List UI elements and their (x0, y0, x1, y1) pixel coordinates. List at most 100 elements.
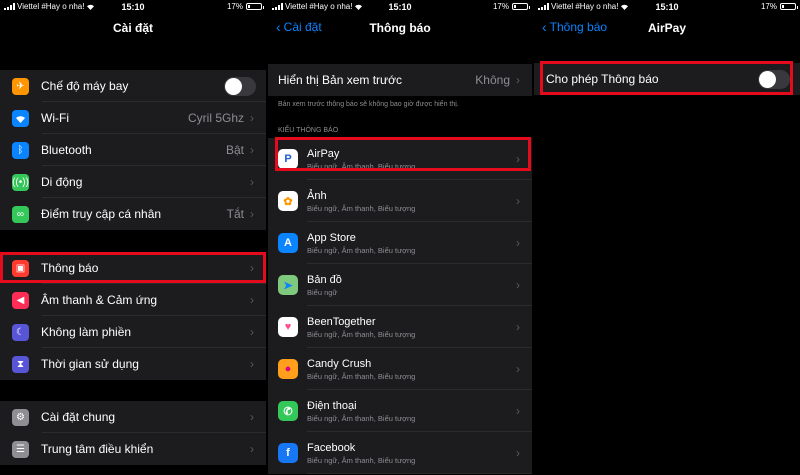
highlight-box (540, 61, 793, 95)
app-subtitle: Biểu ngữ, Âm thanh, Biểu tượng (307, 455, 416, 465)
battery-icon (246, 3, 264, 10)
chevron-right-icon: › (250, 357, 254, 371)
chevron-right-icon: › (516, 320, 520, 334)
settings-row-wifi[interactable]: Wi-Fi Cyril 5Ghz › (0, 102, 266, 134)
app-name: Điện thoại (307, 399, 357, 412)
candy-crush-icon: ● (278, 359, 298, 379)
chevron-right-icon: › (250, 111, 254, 125)
settings-row-cellular[interactable]: ((•)) Di động › (0, 166, 266, 198)
row-label: Cài đặt chung (41, 410, 116, 424)
settings-row-general[interactable]: ⚙ Cài đặt chung › (0, 401, 266, 433)
app-name: BeenTogether (307, 315, 376, 328)
chevron-right-icon: › (250, 175, 254, 189)
back-button[interactable]: ‹ Thông báo (542, 20, 607, 34)
nav-bar: ‹ Cài đặt Thông báo (268, 14, 532, 42)
row-label: Điểm truy cập cá nhân (41, 207, 162, 221)
beentogether-icon: ♥ (278, 317, 298, 337)
back-button[interactable]: ‹ Cài đặt (276, 20, 322, 34)
app-name: Candy Crush (307, 357, 372, 370)
settings-row-dnd[interactable]: ☾ Không làm phiền › (0, 316, 266, 348)
battery-percent: 17% (226, 2, 243, 11)
control-center-icon: ☰ (12, 440, 29, 458)
app-row-photos[interactable]: ✿ Ảnh Biểu ngữ, Âm thanh, Biểu tượng › (268, 180, 532, 222)
preview-group: Hiển thị Bản xem trước Không › (268, 64, 532, 96)
app-store-icon: A (278, 233, 298, 253)
battery-percent: 17% (760, 2, 777, 11)
app-name: App Store (307, 231, 356, 244)
chevron-right-icon: › (516, 446, 520, 460)
highlight-box (275, 137, 531, 171)
battery-icon (780, 3, 798, 10)
status-bar: Viettel #Hay o nha! 15:10 17% (0, 0, 266, 14)
app-row-beentogether[interactable]: ♥ BeenTogether Biểu ngữ, Âm thanh, Biểu t… (268, 306, 532, 348)
row-value: Tắt (226, 207, 244, 221)
preview-row[interactable]: Hiển thị Bản xem trước Không › (268, 64, 532, 96)
nav-bar: ‹ Thông báo AirPay (534, 14, 800, 42)
settings-row-bluetooth[interactable]: ᛒ Bluetooth Bật › (0, 134, 266, 166)
row-label: Âm thanh & Cảm ứng (41, 293, 158, 307)
page-title: AirPay (647, 21, 687, 35)
app-row-app-store[interactable]: A App Store Biểu ngữ, Âm thanh, Biểu tượn… (268, 222, 532, 264)
chevron-right-icon: › (250, 325, 254, 339)
cellular-icon: ((•)) (12, 173, 29, 191)
notifications-panel: Viettel #Hay o nha! 15:10 17% ‹ Cài đặt T… (268, 0, 532, 475)
chevron-left-icon: ‹ (276, 19, 281, 35)
highlight-box (0, 252, 266, 283)
chevron-right-icon: › (250, 442, 254, 456)
app-subtitle: Biểu ngữ, Âm thanh, Biểu tượng (307, 245, 416, 255)
chevron-right-icon: › (516, 362, 520, 376)
settings-row-sounds[interactable]: ◀ Âm thanh & Cảm ứng › (0, 284, 266, 316)
settings-panel: Viettel #Hay o nha! 15:10 17% Cài đặt ✈ … (0, 0, 266, 475)
chevron-right-icon: › (516, 278, 520, 292)
app-subtitle: Biểu ngữ (307, 287, 338, 297)
chevron-left-icon: ‹ (542, 19, 547, 35)
chevron-right-icon: › (250, 293, 254, 307)
screen-time-icon: ⧗ (12, 355, 29, 373)
nav-bar: Cài đặt (0, 14, 266, 42)
app-row-facebook[interactable]: f Facebook Biểu ngữ, Âm thanh, Biểu tượng… (268, 432, 532, 474)
app-name: Ảnh (307, 189, 327, 202)
settings-row-screen-time[interactable]: ⧗ Thời gian sử dụng › (0, 348, 266, 380)
airplane-icon: ✈ (12, 77, 29, 95)
page-title: Cài đặt (112, 21, 153, 35)
page-title: Thông báo (369, 21, 431, 35)
app-row-phone[interactable]: ✆ Điện thoại Biểu ngữ, Âm thanh, Biểu tượ… (268, 390, 532, 432)
row-label: Thời gian sử dụng (41, 357, 139, 371)
settings-row-hotspot[interactable]: ∞ Điểm truy cập cá nhân Tắt › (0, 198, 266, 230)
phone-icon: ✆ (278, 401, 298, 421)
app-row-candy-crush[interactable]: ● Candy Crush Biểu ngữ, Âm thanh, Biểu tư… (268, 348, 532, 390)
gear-icon: ⚙ (12, 408, 29, 426)
do-not-disturb-icon: ☾ (12, 323, 29, 341)
row-value: Cyril 5Ghz (187, 111, 244, 125)
sound-icon: ◀ (12, 291, 29, 309)
bluetooth-icon: ᛒ (12, 141, 29, 159)
row-label: Di động (41, 175, 83, 189)
chevron-right-icon: › (516, 194, 520, 208)
hotspot-icon: ∞ (12, 205, 29, 223)
airplane-toggle[interactable] (224, 76, 256, 96)
settings-row-airplane[interactable]: ✈ Chế độ máy bay (0, 70, 266, 102)
facebook-icon: f (278, 443, 298, 463)
app-list: P AirPay Biểu ngữ, Âm thanh, Biểu tượng ›… (268, 138, 532, 474)
app-row-maps[interactable]: ➤ Bản đồ Biểu ngữ › (268, 264, 532, 306)
row-label: Bluetooth (41, 143, 92, 157)
app-name: Bản đồ (307, 273, 342, 286)
section-header: KIỂU THÔNG BÁO (278, 127, 339, 134)
chevron-right-icon: › (516, 236, 520, 250)
chevron-right-icon: › (516, 404, 520, 418)
row-label: Trung tâm điều khiển (41, 442, 154, 456)
wifi-icon (12, 109, 29, 127)
chevron-right-icon: › (250, 410, 254, 424)
chevron-right-icon: › (250, 143, 254, 157)
app-subtitle: Biểu ngữ, Âm thanh, Biểu tượng (307, 413, 416, 423)
chevron-right-icon: › (250, 207, 254, 221)
connectivity-group: ✈ Chế độ máy bay Wi-Fi Cyril 5Ghz › ᛒ Bl… (0, 70, 266, 230)
app-subtitle: Biểu ngữ, Âm thanh, Biểu tượng (307, 329, 416, 339)
row-value: Không (475, 73, 510, 87)
back-label: Cài đặt (283, 20, 322, 34)
airpay-panel: Viettel #Hay o nha! 15:10 17% ‹ Thông báo… (534, 0, 800, 475)
row-label: Wi-Fi (41, 111, 69, 125)
settings-row-control-center[interactable]: ☰ Trung tâm điều khiển › (0, 433, 266, 465)
app-subtitle: Biểu ngữ, Âm thanh, Biểu tượng (307, 203, 416, 213)
chevron-right-icon: › (516, 73, 520, 87)
